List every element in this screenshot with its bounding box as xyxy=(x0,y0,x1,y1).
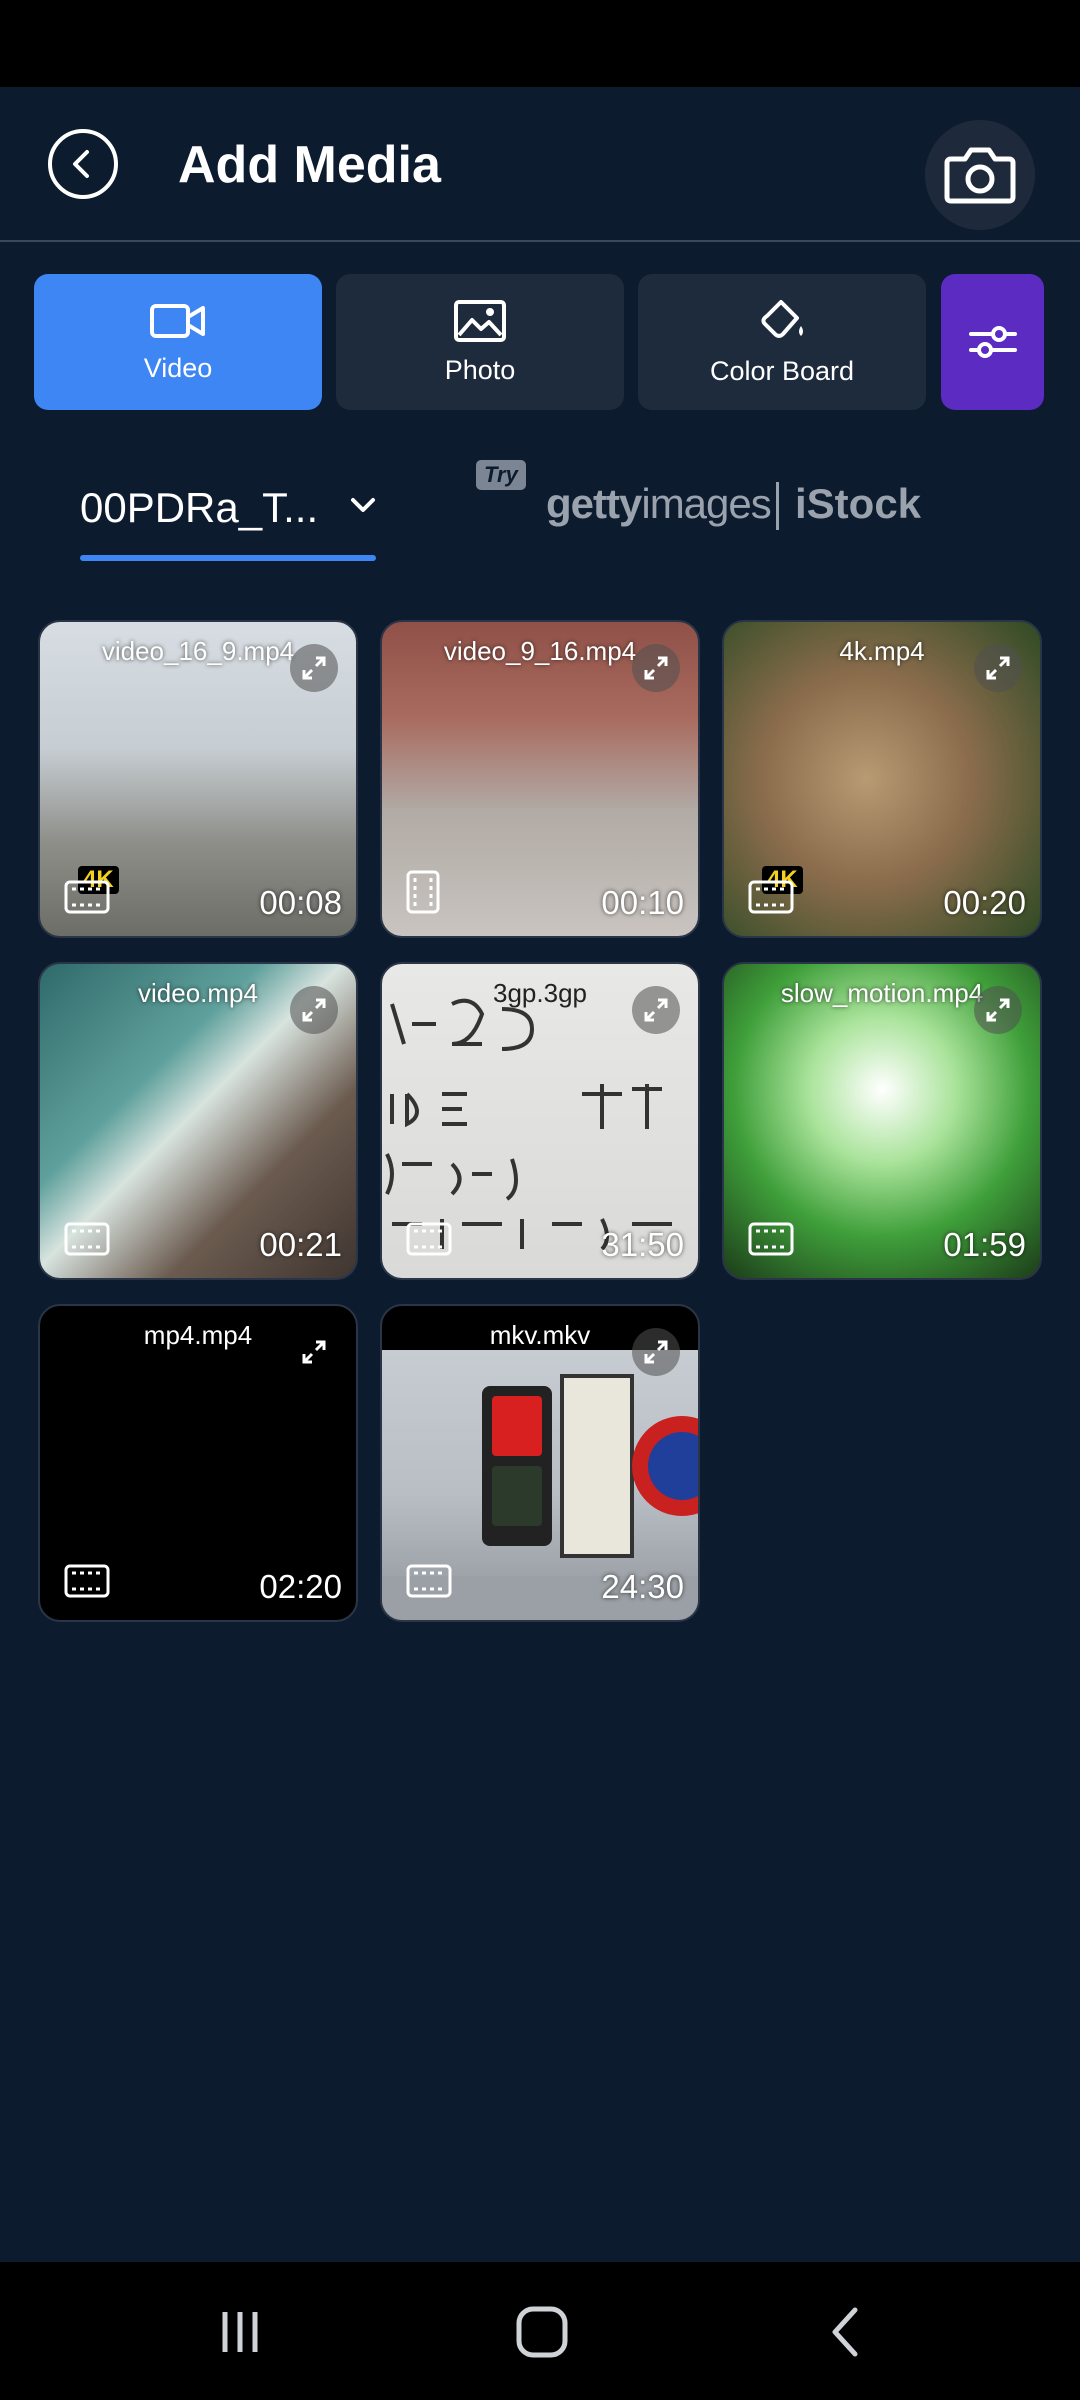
portrait-video-icon xyxy=(406,870,440,914)
landscape-video-icon xyxy=(748,1222,794,1256)
video-camera-icon xyxy=(150,303,205,338)
media-tile[interactable]: slow_motion.mp4 01:59 xyxy=(722,962,1042,1280)
media-tile[interactable]: mp4.mp4 02:20 xyxy=(38,1304,358,1622)
media-type-tabs: Video Photo Color Board xyxy=(34,274,1046,410)
media-grid: video_16_9.mp4 4K 00:08 video_9_16.mp4 0… xyxy=(38,620,1042,1622)
getty-logo-light: images xyxy=(641,480,771,527)
landscape-video-icon xyxy=(64,880,110,914)
recent-apps-icon xyxy=(222,2312,258,2352)
getty-logo-bold: getty xyxy=(546,480,642,527)
tab-color-board-label: Color Board xyxy=(709,355,855,386)
chevron-left-icon xyxy=(73,150,89,178)
paint-bucket-icon xyxy=(761,299,803,338)
tab-color-board[interactable]: Color Board xyxy=(638,274,926,410)
logo-divider xyxy=(776,482,779,530)
back-nav-button[interactable] xyxy=(815,2302,875,2362)
expand-icon[interactable] xyxy=(632,644,680,692)
media-tile[interactable]: 4k.mp4 4K 00:20 xyxy=(722,620,1042,938)
media-duration: 00:20 xyxy=(943,884,1026,921)
tab-video[interactable]: Video xyxy=(34,274,322,410)
back-arrow-icon xyxy=(832,2307,858,2357)
media-duration: 01:59 xyxy=(943,1226,1026,1263)
expand-icon[interactable] xyxy=(632,1328,680,1376)
tab-photo-label: Photo xyxy=(444,354,516,385)
system-nav-bar xyxy=(0,2262,1080,2400)
tab-video-label: Video xyxy=(143,352,213,383)
status-bar xyxy=(0,0,1080,87)
media-duration: 24:30 xyxy=(601,1568,684,1605)
sliders-icon xyxy=(968,326,1017,358)
expand-icon[interactable] xyxy=(632,986,680,1034)
tab-photo[interactable]: Photo xyxy=(336,274,624,410)
landscape-video-icon xyxy=(748,880,794,914)
expand-icon[interactable] xyxy=(290,986,338,1034)
expand-icon[interactable] xyxy=(290,644,338,692)
folder-name: 00PDRa_T... xyxy=(80,484,319,531)
media-duration: 00:08 xyxy=(259,884,342,921)
expand-icon[interactable] xyxy=(974,986,1022,1034)
media-duration: 00:10 xyxy=(601,884,684,921)
media-duration: 31:50 xyxy=(601,1226,684,1263)
media-tile[interactable]: 3gp.3gp 31:50 xyxy=(380,962,700,1280)
filter-settings-button[interactable] xyxy=(941,274,1044,410)
image-icon xyxy=(454,299,506,342)
camera-icon xyxy=(944,147,1016,204)
media-tile[interactable]: mkv.mkv 24:30 xyxy=(380,1304,700,1622)
home-button[interactable] xyxy=(512,2302,572,2362)
back-button[interactable] xyxy=(48,129,118,199)
recent-apps-button[interactable] xyxy=(210,2302,270,2362)
landscape-video-icon xyxy=(406,1222,452,1256)
folder-selector[interactable]: 00PDRa_T... xyxy=(80,472,376,561)
media-tile[interactable]: video.mp4 00:21 xyxy=(38,962,358,1280)
media-tile[interactable]: video_9_16.mp4 00:10 xyxy=(380,620,700,938)
home-icon xyxy=(516,2306,568,2358)
expand-icon[interactable] xyxy=(974,644,1022,692)
landscape-video-icon xyxy=(406,1564,452,1598)
media-tile[interactable]: video_16_9.mp4 4K 00:08 xyxy=(38,620,358,938)
media-duration: 00:21 xyxy=(259,1226,342,1263)
istock-logo[interactable]: iStock xyxy=(795,480,921,528)
try-badge: Try xyxy=(476,460,526,490)
gettyimages-logo[interactable]: gettyimages xyxy=(546,480,772,528)
folder-underline xyxy=(80,555,376,561)
media-duration: 02:20 xyxy=(259,1568,342,1605)
camera-button[interactable] xyxy=(925,120,1035,230)
page-title: Add Media xyxy=(178,136,441,194)
expand-icon[interactable] xyxy=(290,1328,338,1376)
chevron-down-icon xyxy=(351,498,375,512)
source-row: 00PDRa_T... Try gettyimages iStock xyxy=(0,460,1080,561)
header: Add Media xyxy=(0,87,1080,242)
landscape-video-icon xyxy=(64,1564,110,1598)
landscape-video-icon xyxy=(64,1222,110,1256)
